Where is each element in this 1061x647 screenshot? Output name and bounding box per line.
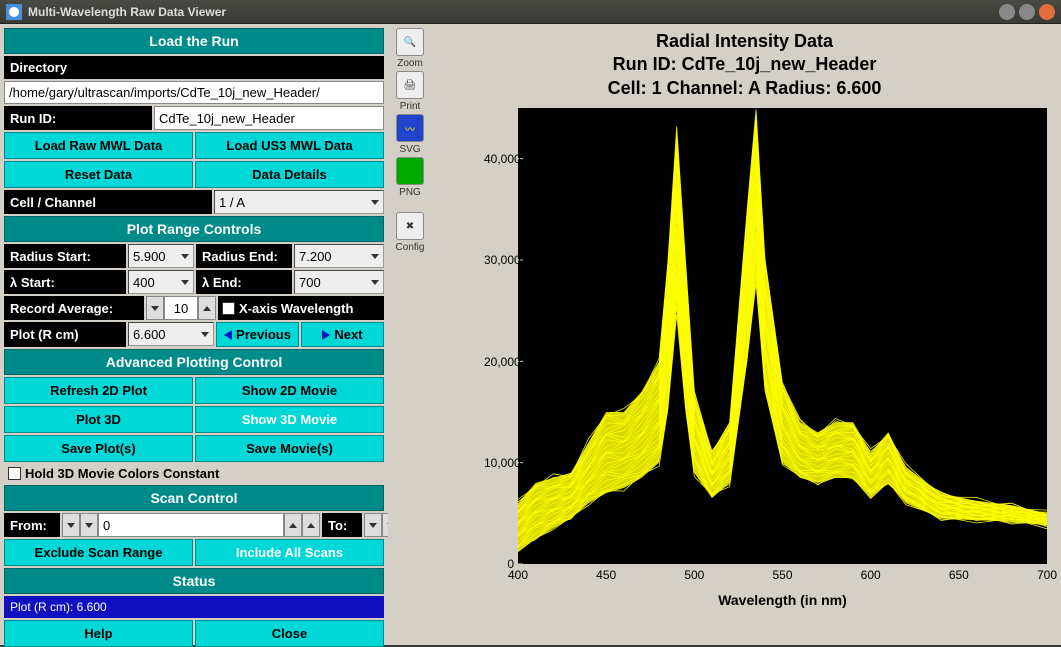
reset-data-button[interactable]: Reset Data — [4, 161, 193, 188]
radius-start-combo[interactable]: 5.900 — [128, 244, 194, 268]
titlebar: Multi-Wavelength Raw Data Viewer — [0, 0, 1061, 24]
radius-start-label: Radius Start: — [4, 244, 126, 268]
run-id-label: Run ID: — [4, 106, 152, 130]
chart-panel: Radial Intensity Data Run ID: CdTe_10j_n… — [432, 24, 1061, 645]
chart-title-line2: Run ID: CdTe_10j_new_Header — [432, 53, 1057, 76]
plot-toolbar: 🔍Zoom 🖨Print 〰SVG PNG ✖Config — [388, 24, 432, 645]
save-movies-button[interactable]: Save Movie(s) — [195, 435, 384, 462]
record-avg-input[interactable] — [164, 296, 198, 320]
record-avg-down-button[interactable] — [146, 296, 164, 320]
next-button[interactable]: Next — [301, 322, 384, 347]
section-plot-range: Plot Range Controls — [4, 216, 384, 242]
window-title: Multi-Wavelength Raw Data Viewer — [28, 5, 226, 19]
svg-icon: 〰 — [396, 114, 424, 142]
hold-colors-label: Hold 3D Movie Colors Constant — [25, 466, 219, 481]
lambda-end-label: λ End: — [196, 270, 292, 294]
triangle-right-icon — [322, 330, 330, 340]
zoom-icon: 🔍 — [396, 28, 424, 56]
chevron-down-icon — [371, 254, 379, 259]
show-3d-movie-button[interactable]: Show 3D Movie — [195, 406, 384, 433]
lambda-end-value: 700 — [299, 275, 321, 290]
config-tool[interactable]: ✖Config — [391, 212, 429, 253]
plot-svg — [518, 108, 1047, 564]
run-id-input[interactable] — [154, 106, 384, 130]
directory-label: Directory — [4, 56, 384, 79]
section-load-run: Load the Run — [4, 28, 384, 54]
radius-end-combo[interactable]: 7.200 — [294, 244, 384, 268]
exclude-scan-button[interactable]: Exclude Scan Range — [4, 539, 193, 566]
minimize-button[interactable] — [999, 4, 1015, 20]
png-icon — [396, 157, 424, 185]
svg-tool[interactable]: 〰SVG — [391, 114, 429, 155]
cell-channel-value: 1 / A — [219, 195, 245, 210]
lambda-start-value: 400 — [133, 275, 155, 290]
chart-title-line3: Cell: 1 Channel: A Radius: 6.600 — [432, 77, 1057, 100]
chevron-down-icon — [181, 280, 189, 285]
from-coarse-down-button[interactable] — [62, 513, 80, 537]
print-icon: 🖨 — [396, 71, 424, 99]
from-fine-down-button[interactable] — [80, 513, 98, 537]
status-text: Plot (R cm): 6.600 — [4, 596, 384, 618]
directory-input[interactable] — [4, 81, 384, 104]
chevron-down-icon — [201, 332, 209, 337]
previous-button[interactable]: Previous — [216, 322, 299, 347]
lambda-start-combo[interactable]: 400 — [128, 270, 194, 294]
section-status: Status — [4, 568, 384, 594]
plot-rcm-label: Plot (R cm) — [4, 322, 126, 347]
record-avg-up-button[interactable] — [198, 296, 216, 320]
include-scans-button[interactable]: Include All Scans — [195, 539, 384, 566]
close-button[interactable]: Close — [195, 620, 384, 647]
radius-end-label: Radius End: — [196, 244, 292, 268]
data-details-button[interactable]: Data Details — [195, 161, 384, 188]
config-icon: ✖ — [396, 212, 424, 240]
print-tool[interactable]: 🖨Print — [391, 71, 429, 112]
plot-rcm-value: 6.600 — [133, 327, 166, 342]
from-input[interactable] — [98, 513, 284, 537]
show-2d-movie-button[interactable]: Show 2D Movie — [195, 377, 384, 404]
hold-colors-checkbox[interactable] — [8, 467, 21, 480]
chart-title-line1: Radial Intensity Data — [432, 30, 1057, 53]
radius-start-value: 5.900 — [133, 249, 166, 264]
load-us3-button[interactable]: Load US3 MWL Data — [195, 132, 384, 159]
section-scan-control: Scan Control — [4, 485, 384, 511]
load-raw-button[interactable]: Load Raw MWL Data — [4, 132, 193, 159]
record-avg-label: Record Average: — [4, 296, 144, 320]
xaxis-wavelength-label: X-axis Wavelength — [239, 301, 353, 316]
xaxis-wavelength-checkbox[interactable]: ✕ — [222, 302, 235, 315]
from-fine-up-button[interactable] — [284, 513, 302, 537]
window-close-button[interactable] — [1039, 4, 1055, 20]
chevron-down-icon — [371, 200, 379, 205]
lambda-end-combo[interactable]: 700 — [294, 270, 384, 294]
from-coarse-up-button[interactable] — [302, 513, 320, 537]
plot-rcm-combo[interactable]: 6.600 — [128, 322, 214, 346]
refresh-2d-button[interactable]: Refresh 2D Plot — [4, 377, 193, 404]
radius-end-value: 7.200 — [299, 249, 332, 264]
plot-3d-button[interactable]: Plot 3D — [4, 406, 193, 433]
to-coarse-down-button[interactable] — [364, 513, 382, 537]
zoom-tool[interactable]: 🔍Zoom — [391, 28, 429, 69]
cell-channel-label: Cell / Channel — [4, 190, 212, 214]
triangle-left-icon — [224, 330, 232, 340]
app-icon — [6, 4, 22, 20]
section-adv-plot: Advanced Plotting Control — [4, 349, 384, 375]
to-label: To: — [322, 513, 362, 537]
chevron-down-icon — [181, 254, 189, 259]
plot-area[interactable]: Radial Intensity at 6.600 cm Wavelength … — [488, 108, 1047, 608]
chart-title: Radial Intensity Data Run ID: CdTe_10j_n… — [432, 28, 1057, 108]
x-axis-label: Wavelength (in nm) — [518, 592, 1047, 608]
from-label: From: — [4, 513, 60, 537]
png-tool[interactable]: PNG — [391, 157, 429, 198]
save-plots-button[interactable]: Save Plot(s) — [4, 435, 193, 462]
help-button[interactable]: Help — [4, 620, 193, 647]
chevron-down-icon — [371, 280, 379, 285]
lambda-start-label: λ Start: — [4, 270, 126, 294]
left-panel: Load the Run Directory Run ID: Load Raw … — [0, 24, 388, 645]
cell-channel-combo[interactable]: 1 / A — [214, 190, 384, 214]
maximize-button[interactable] — [1019, 4, 1035, 20]
